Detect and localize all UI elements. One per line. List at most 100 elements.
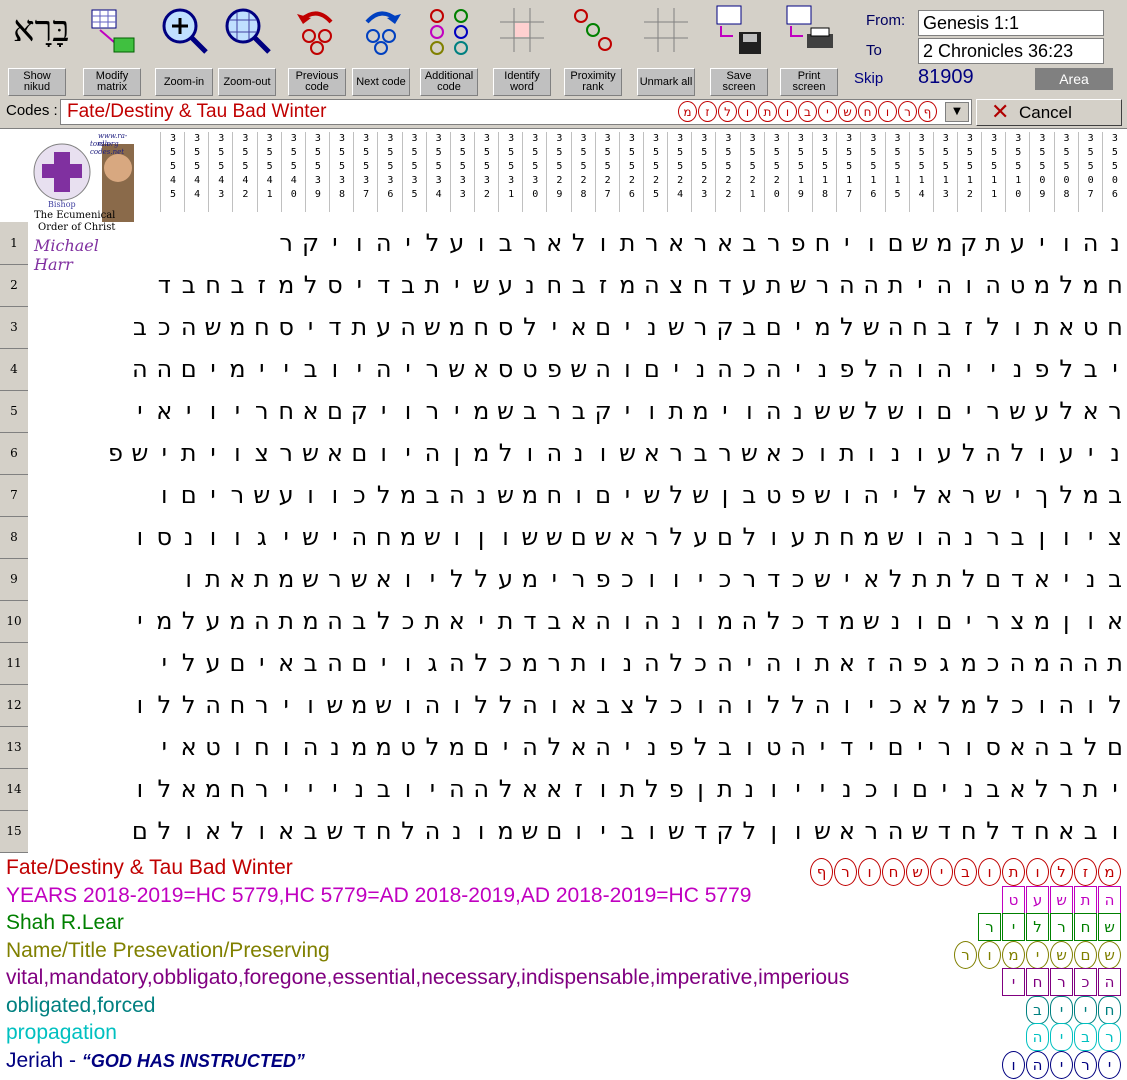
- matrix-letter[interactable]: ע: [786, 516, 810, 558]
- matrix-letter[interactable]: י: [445, 390, 469, 432]
- matrix-letter[interactable]: ע: [689, 516, 713, 558]
- matrix-letter[interactable]: ר: [640, 222, 664, 264]
- matrix-letter[interactable]: ח: [250, 726, 274, 768]
- matrix-letter[interactable]: ס: [274, 306, 298, 348]
- matrix-letter[interactable]: פ: [786, 474, 810, 516]
- matrix-letter[interactable]: ל: [299, 264, 323, 306]
- matrix-letter[interactable]: ו: [542, 684, 566, 726]
- matrix-letter[interactable]: ל: [396, 810, 420, 852]
- matrix-letter[interactable]: ל: [1054, 348, 1078, 390]
- matrix-letter[interactable]: ס: [323, 264, 347, 306]
- matrix-letter[interactable]: ו: [884, 768, 908, 810]
- matrix-letter[interactable]: ו: [640, 390, 664, 432]
- matrix-letter[interactable]: ר: [981, 600, 1005, 642]
- matrix-letter[interactable]: ה: [713, 642, 737, 684]
- matrix-letter[interactable]: מ: [225, 306, 249, 348]
- matrix-letter[interactable]: ע: [494, 558, 518, 600]
- matrix-letter[interactable]: ש: [859, 600, 883, 642]
- matrix-letter[interactable]: ש: [835, 390, 859, 432]
- matrix-letter[interactable]: כ: [884, 684, 908, 726]
- matrix-letter[interactable]: ה: [445, 474, 469, 516]
- matrix-letter[interactable]: ש: [810, 810, 834, 852]
- matrix-letter[interactable]: י: [152, 432, 176, 474]
- matrix-letter[interactable]: ו: [591, 222, 615, 264]
- matrix-letter[interactable]: ת: [932, 558, 956, 600]
- matrix-letter[interactable]: ר: [274, 222, 298, 264]
- matrix-letter[interactable]: ד: [372, 264, 396, 306]
- matrix-letter[interactable]: א: [1054, 306, 1078, 348]
- from-field[interactable]: Genesis 1:1: [918, 10, 1104, 36]
- matrix-letter[interactable]: ת: [1079, 768, 1103, 810]
- matrix-letter[interactable]: ה: [420, 432, 444, 474]
- matrix-letter[interactable]: כ: [494, 642, 518, 684]
- matrix-letter[interactable]: ו: [737, 726, 761, 768]
- matrix-letter[interactable]: ו: [274, 726, 298, 768]
- matrix-letter[interactable]: ו: [786, 642, 810, 684]
- matrix-letter[interactable]: ה: [932, 264, 956, 306]
- matrix-letter[interactable]: ב: [567, 390, 591, 432]
- matrix-letter[interactable]: מ: [518, 558, 542, 600]
- matrix-letter[interactable]: צ: [1103, 516, 1127, 558]
- matrix-letter[interactable]: ט: [396, 726, 420, 768]
- matrix-letter[interactable]: ה: [884, 306, 908, 348]
- matrix-letter[interactable]: ב: [299, 642, 323, 684]
- matrix-letter[interactable]: ו: [494, 516, 518, 558]
- matrix-letter[interactable]: ל: [518, 306, 542, 348]
- matrix-letter[interactable]: ש: [908, 222, 932, 264]
- matrix-letter[interactable]: י: [615, 726, 639, 768]
- matrix-letter[interactable]: ל: [664, 642, 688, 684]
- matrix-letter[interactable]: ק: [347, 390, 371, 432]
- matrix-letter[interactable]: כ: [152, 306, 176, 348]
- matrix-letter[interactable]: מ: [713, 600, 737, 642]
- matrix-letter[interactable]: ה: [420, 684, 444, 726]
- matrix-letter[interactable]: פ: [786, 222, 810, 264]
- matrix-letter[interactable]: ש: [737, 432, 761, 474]
- matrix-letter[interactable]: ה: [640, 264, 664, 306]
- matrix-letter[interactable]: ה: [323, 642, 347, 684]
- matrix-letter[interactable]: י: [274, 516, 298, 558]
- matrix-letter[interactable]: י: [542, 306, 566, 348]
- matrix-letter[interactable]: ב: [1079, 348, 1103, 390]
- matrix-letter[interactable]: ב: [225, 264, 249, 306]
- matrix-letter[interactable]: ה: [810, 684, 834, 726]
- matrix-letter[interactable]: א: [518, 768, 542, 810]
- matrix-letter[interactable]: נ: [957, 516, 981, 558]
- matrix-letter[interactable]: י: [884, 474, 908, 516]
- matrix-letter[interactable]: י: [737, 642, 761, 684]
- matrix-letter[interactable]: ן: [469, 516, 493, 558]
- matrix-letter[interactable]: ה: [445, 768, 469, 810]
- matrix-letter[interactable]: ו: [689, 684, 713, 726]
- matrix-letter[interactable]: ו: [591, 432, 615, 474]
- matrix-letter[interactable]: ה: [347, 516, 371, 558]
- matrix-letter[interactable]: ב: [1054, 726, 1078, 768]
- matrix-letter[interactable]: ה: [469, 768, 493, 810]
- matrix-letter[interactable]: ה: [640, 600, 664, 642]
- matrix-letter[interactable]: ש: [810, 474, 834, 516]
- matrix-letter[interactable]: ו: [859, 222, 883, 264]
- cancel-button[interactable]: ✕ Cancel: [976, 99, 1122, 126]
- matrix-letter[interactable]: ר: [1103, 390, 1127, 432]
- matrix-letter[interactable]: ם: [932, 600, 956, 642]
- matrix-letter[interactable]: ן: [713, 474, 737, 516]
- matrix-letter[interactable]: ם: [713, 516, 737, 558]
- matrix-letter[interactable]: ל: [737, 810, 761, 852]
- matrix-letter[interactable]: מ: [1079, 474, 1103, 516]
- matrix-letter[interactable]: ע: [445, 222, 469, 264]
- matrix-letter[interactable]: ת: [420, 264, 444, 306]
- matrix-letter[interactable]: ב: [299, 810, 323, 852]
- matrix-letter[interactable]: ג: [250, 516, 274, 558]
- matrix-letter[interactable]: ה: [884, 810, 908, 852]
- matrix-letter[interactable]: ט: [762, 726, 786, 768]
- matrix-letter[interactable]: י: [372, 642, 396, 684]
- matrix-letter[interactable]: ש: [859, 306, 883, 348]
- matrix-letter[interactable]: ד: [323, 306, 347, 348]
- matrix-letter[interactable]: י: [713, 390, 737, 432]
- matrix-letter[interactable]: ש: [250, 474, 274, 516]
- matrix-letter[interactable]: ר: [420, 348, 444, 390]
- matrix-letter[interactable]: נ: [664, 600, 688, 642]
- matrix-letter[interactable]: ח: [1030, 810, 1054, 852]
- matrix-letter[interactable]: ה: [1079, 222, 1103, 264]
- matrix-letter[interactable]: ו: [177, 810, 201, 852]
- matrix-letter[interactable]: ב: [737, 222, 761, 264]
- matrix-letter[interactable]: ר: [713, 432, 737, 474]
